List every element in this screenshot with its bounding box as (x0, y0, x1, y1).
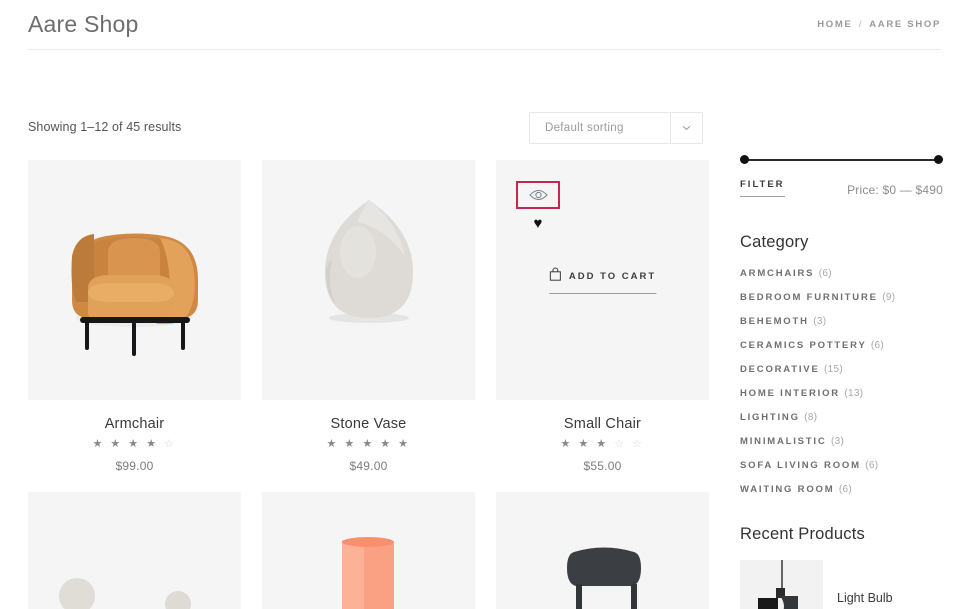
product-row-1: Armchair ★ ★ ★ ★ ☆ $99.00 Stone Vase ★ ★… (28, 160, 710, 473)
category-count: (6) (865, 460, 879, 471)
slider-handle-min[interactable] (740, 155, 749, 164)
product-name[interactable]: Small Chair (496, 416, 709, 432)
category-widget-title: Category (740, 233, 809, 251)
category-item-ceramics-pottery[interactable]: CERAMICS POTTERY (6) (740, 340, 943, 351)
heart-icon[interactable]: ♥ (528, 213, 548, 233)
recent-product-item[interactable]: Light Bulb $19.00 (740, 560, 943, 609)
category-label: DECORATIVE (740, 364, 820, 375)
category-count: (13) (844, 388, 864, 399)
product-price: $55.00 (583, 459, 622, 473)
product-row-2 (28, 492, 710, 609)
breadcrumb: HOME / AARE SHOP (817, 19, 941, 30)
category-label: ARMCHAIRS (740, 268, 815, 279)
header-divider (28, 49, 941, 50)
category-item-armchairs[interactable]: ARMCHAIRS (6) (740, 268, 943, 279)
category-label: MINIMALISTIC (740, 436, 827, 447)
product-price: $99.00 (115, 459, 154, 473)
category-count: (3) (830, 436, 845, 447)
eye-icon[interactable] (516, 181, 560, 209)
recent-product-name[interactable]: Light Bulb (837, 591, 893, 605)
category-count: (6) (838, 484, 853, 495)
category-item-decorative[interactable]: DECORATIVE (15) (740, 364, 943, 375)
product-rating: ★ ★ ★ ☆ ☆ (496, 439, 709, 450)
product-name[interactable]: Stone Vase (262, 416, 475, 432)
stars-filled: ★ ★ ★ (560, 438, 609, 450)
product-rating: ★ ★ ★ ★ ★ (262, 439, 475, 450)
category-label: CERAMICS POTTERY (740, 340, 867, 351)
product-hover-actions: ♥ (516, 181, 560, 233)
chevron-down-icon[interactable] (670, 113, 702, 143)
category-count: (15) (824, 364, 844, 375)
shop-page: Aare Shop HOME / AARE SHOP Showing 1–12 … (0, 0, 969, 609)
product-price: $49.00 (349, 459, 388, 473)
stars-empty: ☆ ☆ (614, 438, 645, 450)
breadcrumb-current: AARE SHOP (869, 19, 941, 30)
product-card[interactable]: Stone Vase ★ ★ ★ ★ ★ $49.00 (262, 160, 475, 473)
category-item-minimalistic[interactable]: MINIMALISTIC (3) (740, 436, 943, 447)
product-image-row2-2[interactable] (262, 492, 475, 609)
product-info: Armchair ★ ★ ★ ★ ☆ $99.00 (28, 400, 241, 473)
category-count: (9) (882, 292, 896, 303)
category-count: (8) (804, 412, 818, 423)
sort-dropdown[interactable]: Default sorting (529, 112, 703, 144)
category-item-waiting-room[interactable]: WAITING ROOM (6) (740, 484, 943, 495)
category-item-sofa-living-room[interactable]: SOFA LIVING ROOM (6) (740, 460, 943, 471)
category-label: LIGHTING (740, 412, 800, 423)
stars-filled: ★ ★ ★ ★ ★ (326, 438, 411, 450)
shopping-bag-icon (549, 267, 561, 286)
recent-product-meta: Light Bulb $19.00 (837, 560, 893, 609)
category-item-behemoth[interactable]: BEHEMOTH (3) (740, 316, 943, 327)
product-card[interactable]: ♥ ADD TO CART Small Chair ★ ★ ★ ☆ ☆ $55.… (496, 160, 709, 473)
stars-filled: ★ ★ ★ ★ (92, 438, 159, 450)
site-header: Aare Shop HOME / AARE SHOP (0, 0, 969, 49)
product-card[interactable]: Armchair ★ ★ ★ ★ ☆ $99.00 (28, 160, 241, 473)
category-item-lighting[interactable]: LIGHTING (8) (740, 412, 943, 423)
product-card[interactable] (496, 492, 709, 609)
category-label: WAITING ROOM (740, 484, 835, 495)
product-rating: ★ ★ ★ ★ ☆ (28, 439, 241, 450)
category-label: SOFA LIVING ROOM (740, 460, 861, 471)
breadcrumb-home-link[interactable]: HOME (817, 19, 852, 30)
breadcrumb-separator: / (858, 19, 864, 30)
price-range-slider[interactable] (740, 155, 943, 165)
slider-handle-max[interactable] (934, 155, 943, 164)
recent-product-thumbnail[interactable] (740, 560, 823, 609)
slider-track (744, 159, 939, 161)
sort-selected-value[interactable]: Default sorting (530, 113, 670, 143)
product-card[interactable] (262, 492, 475, 609)
filter-button[interactable]: FILTER (740, 179, 785, 197)
product-info: Stone Vase ★ ★ ★ ★ ★ $49.00 (262, 400, 475, 473)
add-to-cart-button[interactable]: ADD TO CART (548, 267, 657, 294)
shop-toolbar: Showing 1–12 of 45 results Default sorti… (28, 112, 708, 144)
price-range-label: Price: $0 — $490 (847, 183, 943, 197)
category-count: (6) (870, 340, 885, 351)
category-item-home-interior[interactable]: HOME INTERIOR (13) (740, 388, 943, 399)
category-list: ARMCHAIRS (6) BEDROOM FURNITURE (9) BEHE… (740, 268, 943, 495)
recent-products-title: Recent Products (740, 525, 865, 543)
shop-sidebar: FILTER Price: $0 — $490 Category ARMCHAI… (740, 155, 943, 609)
product-image-row2-3[interactable] (496, 492, 709, 609)
category-count: (6) (818, 268, 832, 279)
category-label: BEDROOM FURNITURE (740, 292, 878, 303)
product-card[interactable] (28, 492, 241, 609)
result-count: Showing 1–12 of 45 results (28, 120, 182, 134)
category-item-bedroom-furniture[interactable]: BEDROOM FURNITURE (9) (740, 292, 943, 303)
category-label: BEHEMOTH (740, 316, 809, 327)
product-image-row2-1[interactable] (28, 492, 241, 609)
category-label: HOME INTERIOR (740, 388, 840, 399)
filter-row: FILTER Price: $0 — $490 (740, 179, 943, 197)
add-to-cart-label: ADD TO CART (568, 271, 657, 282)
product-info: Small Chair ★ ★ ★ ☆ ☆ $55.00 (496, 400, 709, 473)
page-title: Aare Shop (28, 11, 139, 37)
stars-empty: ☆ (164, 438, 177, 450)
product-image-armchair[interactable] (28, 160, 241, 400)
product-image-small-chair[interactable]: ♥ ADD TO CART (496, 160, 709, 400)
product-grid: Armchair ★ ★ ★ ★ ☆ $99.00 Stone Vase ★ ★… (28, 160, 710, 609)
product-name[interactable]: Armchair (28, 416, 241, 432)
product-image-stone-vase[interactable] (262, 160, 475, 400)
category-count: (3) (813, 316, 827, 327)
